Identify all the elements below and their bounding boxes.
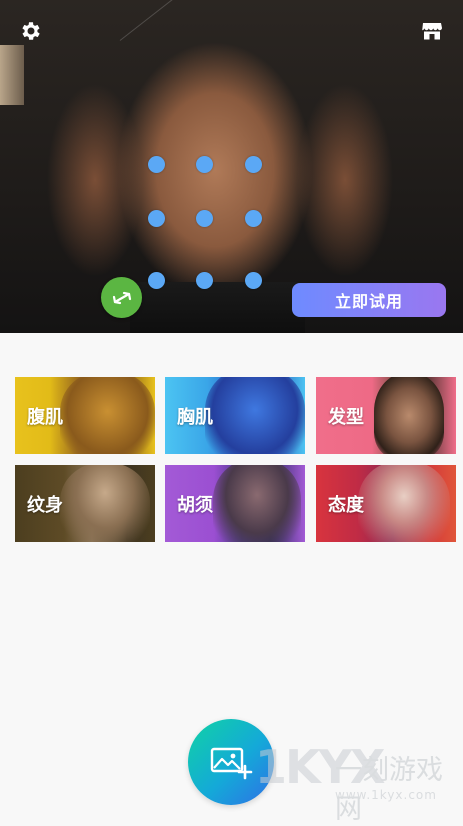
settings-button[interactable] bbox=[18, 18, 44, 44]
category-abs-image bbox=[60, 377, 155, 454]
store-button[interactable] bbox=[419, 18, 445, 44]
category-hairstyle-label: 发型 bbox=[328, 407, 364, 428]
gear-icon bbox=[22, 22, 40, 40]
category-tattoo-label: 纹身 bbox=[27, 495, 63, 516]
category-hairstyle-image bbox=[374, 377, 444, 454]
model-shorts bbox=[130, 282, 305, 333]
category-attitude-label: 态度 bbox=[328, 495, 364, 516]
category-beard-label: 胡须 bbox=[177, 495, 213, 516]
store-icon bbox=[422, 23, 442, 40]
adjust-point[interactable] bbox=[148, 210, 165, 227]
category-tattoo[interactable]: 纹身 bbox=[15, 465, 155, 542]
category-chest[interactable]: 胸肌 bbox=[165, 377, 305, 454]
category-attitude-image bbox=[358, 465, 450, 542]
category-beard-image bbox=[213, 465, 301, 542]
add-photo-icon bbox=[210, 747, 253, 780]
category-hairstyle[interactable]: 发型 bbox=[316, 377, 456, 454]
try-now-button[interactable]: 立即试用 bbox=[292, 283, 446, 317]
adjust-point[interactable] bbox=[196, 272, 213, 289]
category-chest-image bbox=[205, 377, 305, 454]
adjust-point[interactable] bbox=[148, 156, 165, 173]
category-attitude[interactable]: 态度 bbox=[316, 465, 456, 542]
guide-line bbox=[119, 0, 452, 41]
compare-toggle-button[interactable] bbox=[101, 277, 142, 318]
adjust-point[interactable] bbox=[196, 156, 213, 173]
category-abs[interactable]: 腹肌 bbox=[15, 377, 155, 454]
adjust-point[interactable] bbox=[245, 272, 262, 289]
hero-preview: 立即试用 bbox=[0, 0, 463, 333]
adjust-point[interactable] bbox=[196, 210, 213, 227]
adjust-point[interactable] bbox=[245, 156, 262, 173]
watermark-text: 一刻游戏网 bbox=[335, 755, 443, 825]
adjust-point[interactable] bbox=[148, 272, 165, 289]
category-abs-label: 腹肌 bbox=[27, 407, 63, 428]
watermark-url: www.1kyx.com bbox=[335, 788, 437, 802]
category-chest-label: 胸肌 bbox=[177, 407, 213, 428]
watermark: 1KYX 一刻游戏网 www.1kyx.com bbox=[255, 740, 463, 825]
swap-arrows-icon bbox=[112, 291, 131, 304]
category-beard[interactable]: 胡须 bbox=[165, 465, 305, 542]
category-tattoo-image bbox=[60, 465, 150, 542]
adjust-point[interactable] bbox=[245, 210, 262, 227]
background-window bbox=[0, 45, 24, 105]
